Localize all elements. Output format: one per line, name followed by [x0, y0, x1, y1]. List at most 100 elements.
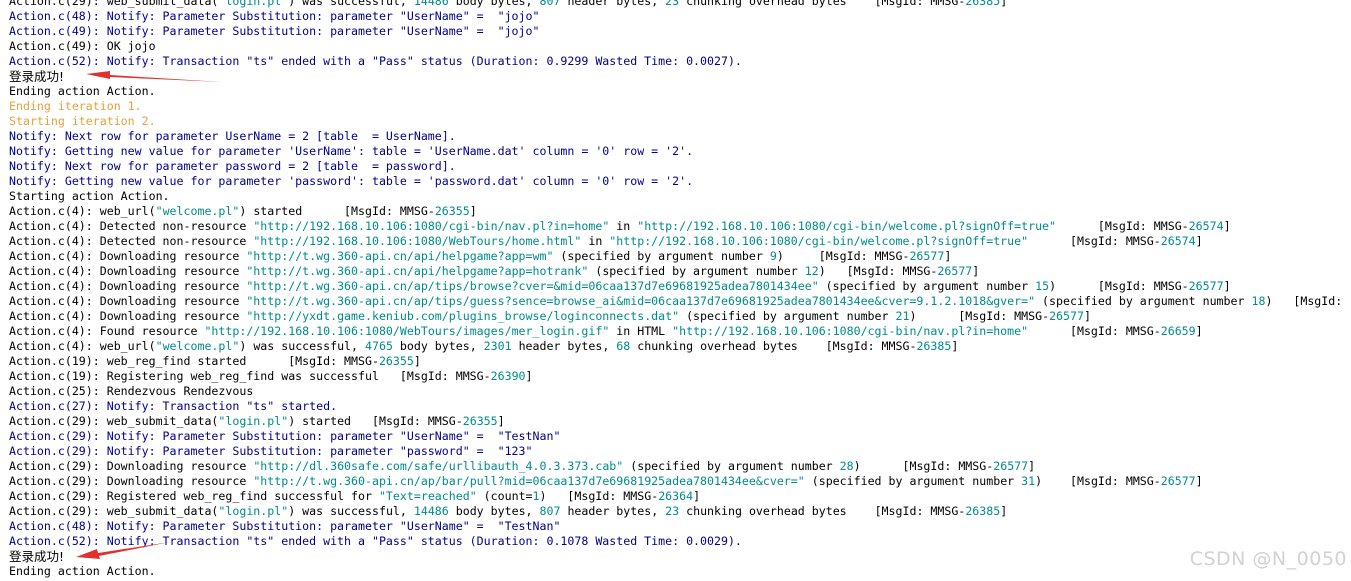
log-segment: [MsgId: MMSG- — [1028, 324, 1161, 338]
log-segment: ) [MsgId: MMSG- — [776, 249, 910, 263]
log-segment: Action.c(49): Notify: Parameter Substitu… — [9, 24, 540, 38]
log-segment: 31 — [1021, 474, 1036, 488]
log-segment: 1 — [532, 489, 540, 503]
log-segment: (specified by argument number — [818, 279, 1036, 293]
log-segment: Action.c(19): Registering web_reg_find w… — [9, 369, 491, 383]
log-segment: ) [MsgId: MMSG- — [909, 309, 1050, 323]
log-segment: "http://t.wg.360-api.cn/ap/tips/guess?se… — [246, 294, 1036, 308]
log-segment: "http://192.168.10.106:1080/WebTours/ima… — [204, 324, 610, 338]
log-segment: "http://t.wg.360-api.cn/api/helpgame?app… — [246, 249, 554, 263]
log-line: Action.c(19): Registering web_reg_find w… — [9, 369, 1351, 384]
log-segment: 15 — [1035, 279, 1050, 293]
log-line: Action.c(52): Notify: Transaction "ts" e… — [9, 534, 1351, 549]
log-line: Action.c(4): Downloading resource "http:… — [9, 294, 1351, 309]
log-segment: Action.c(4): web_url( — [9, 339, 156, 353]
log-segment: Action.c(29): Downloading resource — [9, 459, 254, 473]
log-segment: Starting iteration 2. — [9, 114, 156, 128]
log-segment: Notify: Getting new value for parameter … — [9, 174, 694, 188]
log-line: Notify: Next row for parameter UserName … — [9, 129, 1351, 144]
log-segment: 登录成功! — [9, 549, 65, 564]
log-segment: 登录成功! — [9, 69, 65, 84]
annotation-arrow-2 — [76, 542, 170, 559]
log-line: Ending action Action. — [9, 564, 1351, 579]
log-segment: "http://t.wg.360-api.cn/ap/bar/pull?mid=… — [253, 474, 805, 488]
log-segment: ) was successful, — [239, 339, 365, 353]
log-segment: Action.c(29): Notify: Parameter Substitu… — [9, 444, 533, 458]
log-segment: ) [MsgId: MMSG- — [539, 489, 659, 503]
log-segment: "http://192.168.10.106:1080/cgi-bin/welc… — [637, 219, 1057, 233]
log-segment: 26355 — [378, 354, 414, 368]
log-segment: ] — [1195, 474, 1203, 488]
log-segment: Action.c(25): Rendezvous Rendezvous — [9, 384, 254, 398]
log-segment: header bytes, — [560, 0, 666, 8]
log-segment: [MsgId: MMSG- — [1056, 219, 1189, 233]
log-segment: "http://t.wg.360-api.cn/api/helpgame?app… — [246, 264, 589, 278]
log-line: Action.c(4): Detected non-resource "http… — [9, 219, 1351, 234]
log-segment: Notify: Next row for parameter UserName … — [9, 129, 456, 143]
log-segment: Action.c(4): Downloading resource — [9, 309, 247, 323]
log-segment: 26659 — [1160, 324, 1196, 338]
log-segment: 28 — [839, 459, 854, 473]
log-segment: ] — [972, 264, 980, 278]
csdn-watermark: CSDN @N_0050 — [1189, 548, 1347, 570]
log-line: 登录成功! — [9, 549, 1351, 564]
log-line: Action.c(19): web_reg_find started [MsgI… — [9, 354, 1351, 369]
log-segment: 26385 — [965, 0, 1001, 8]
log-line: Action.c(4): Found resource "http://192.… — [9, 324, 1351, 339]
annotation-arrow-1 — [86, 71, 222, 82]
log-segment: body bytes, — [448, 0, 540, 8]
log-segment: ) [MsgId: MMSG- — [1035, 474, 1161, 488]
log-line: Action.c(4): Downloading resource "http:… — [9, 309, 1351, 324]
log-line: Notify: Getting new value for parameter … — [9, 144, 1351, 159]
log-segment: (specified by argument number — [804, 474, 1022, 488]
log-segment: [MsgId: MMSG- — [1028, 234, 1161, 248]
log-segment: "http://192.168.10.106:1080/cgi-bin/nav.… — [253, 219, 610, 233]
log-line: Action.c(49): Notify: Parameter Substitu… — [9, 24, 1351, 39]
log-segment: Action.c(48): Notify: Parameter Substitu… — [9, 9, 540, 23]
log-segment: "login.pl" — [218, 414, 289, 428]
log-segment: Action.c(4): Found resource — [9, 324, 205, 338]
log-segment: Action.c(29): Registered web_reg_find su… — [9, 489, 379, 503]
log-segment: ) started [MsgId: MMSG- — [288, 414, 463, 428]
log-segment: ) [MsgId: MMSG- — [853, 459, 994, 473]
log-line: Action.c(4): Downloading resource "http:… — [9, 264, 1351, 279]
log-segment: Action.c(29): web_submit_data( — [9, 0, 219, 8]
log-segment: "login.pl" — [218, 0, 289, 8]
log-segment: (specified by argument number — [623, 459, 840, 473]
log-segment: 68 — [616, 339, 631, 353]
log-segment: ] — [497, 414, 505, 428]
log-segment: body bytes, — [392, 339, 484, 353]
log-line: Action.c(29): Notify: Parameter Substitu… — [9, 429, 1351, 444]
log-segment: ] — [1223, 219, 1231, 233]
log-segment: 26577 — [1188, 279, 1224, 293]
log-segment: ) started [MsgId: MMSG- — [239, 204, 435, 218]
log-line: Action.c(29): Downloading resource "http… — [9, 474, 1351, 489]
log-line: Action.c(4): Downloading resource "http:… — [9, 249, 1351, 264]
log-segment: "login.pl" — [218, 504, 289, 518]
log-line: Action.c(48): Notify: Parameter Substitu… — [9, 9, 1351, 24]
log-segment: (count= — [476, 489, 533, 503]
log-segment: Action.c(4): Detected non-resource — [9, 234, 254, 248]
log-segment: (specified by argument number — [1035, 294, 1252, 308]
log-segment: ) [MsgId: MMSG- — [1049, 279, 1189, 293]
log-segment: Notify: Next row for parameter password … — [9, 159, 456, 173]
log-line: Action.c(4): Downloading resource "http:… — [9, 279, 1351, 294]
log-segment: 4765 — [365, 339, 393, 353]
log-line: Action.c(25): Rendezvous Rendezvous — [9, 384, 1351, 399]
log-segment: 12 — [804, 264, 819, 278]
log-line: Starting action Action. — [9, 189, 1351, 204]
log-segment: 26574 — [1188, 219, 1224, 233]
log-segment: ] — [1223, 279, 1231, 293]
log-segment: 26385 — [965, 504, 1001, 518]
log-segment: (specified by argument number — [588, 264, 805, 278]
log-segment: 26577 — [937, 264, 973, 278]
log-segment: Ending iteration 1. — [9, 99, 142, 113]
log-segment: ] — [1195, 324, 1203, 338]
log-segment: Action.c(29): Downloading resource — [9, 474, 254, 488]
log-line: Action.c(4): web_url("welcome.pl") was s… — [9, 339, 1351, 354]
log-segment: 26577 — [909, 249, 945, 263]
log-segment: ) [MsgId: — [1265, 294, 1343, 308]
log-segment: 807 — [539, 504, 561, 518]
log-segment: body bytes, — [448, 504, 540, 518]
log-line: Action.c(29): web_submit_data("login.pl"… — [9, 504, 1351, 519]
